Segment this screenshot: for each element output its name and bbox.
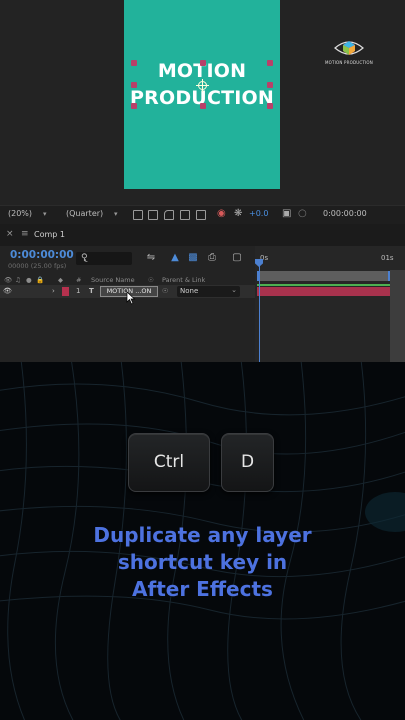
- transform-handle-top-left[interactable]: [131, 60, 137, 66]
- lock-column-icon[interactable]: 🔒: [36, 276, 44, 284]
- timeline-panel: × ≡ Comp 1 0:00:00:00 00000 (25.00 fps) …: [0, 224, 405, 362]
- source-name-column-header[interactable]: Source Name: [91, 276, 135, 284]
- screen: MOTION PRODUCTION MOTION PRODUCTION (20%…: [0, 0, 405, 720]
- parent-dropdown[interactable]: None ⌄: [177, 286, 240, 297]
- work-area-bar[interactable]: [257, 271, 391, 281]
- layer-duration-bar[interactable]: [257, 287, 391, 296]
- transform-handle-bottom-left[interactable]: [131, 103, 137, 109]
- exposure-value[interactable]: +0.0: [249, 209, 268, 218]
- menu-icon[interactable]: ≡: [21, 229, 29, 239]
- solo-column-icon[interactable]: ●: [26, 276, 32, 284]
- caption-line-3: After Effects: [132, 577, 273, 601]
- keycap-d: D: [221, 433, 274, 492]
- mask-visibility-icon[interactable]: [164, 210, 174, 220]
- logo-mark-icon: [334, 41, 364, 55]
- composition-viewer[interactable]: MOTION PRODUCTION MOTION PRODUCTION: [0, 0, 405, 205]
- caption-line-1: Duplicate any layer: [93, 523, 312, 547]
- logo-text: MOTION PRODUCTION: [325, 60, 373, 65]
- comp-mini-flowchart-icon[interactable]: ⇋: [145, 252, 157, 264]
- transparency-grid-icon[interactable]: [148, 210, 158, 220]
- layer-index: 1: [76, 287, 81, 295]
- rgb-channel-icon[interactable]: ◉: [217, 208, 226, 219]
- visibility-eye-icon[interactable]: 👁: [3, 287, 12, 295]
- exposure-reset-icon[interactable]: ❋: [234, 208, 242, 219]
- chevron-down-icon[interactable]: ▾: [114, 210, 118, 218]
- layer-label-color[interactable]: [62, 287, 69, 296]
- search-icon: ⚲̢: [81, 253, 88, 263]
- transform-handle-middle-left[interactable]: [131, 82, 137, 88]
- timeline-track-area[interactable]: 0s 01s: [255, 246, 405, 362]
- guides-icon[interactable]: [180, 210, 190, 220]
- layer-search-input[interactable]: ⚲̢: [76, 252, 132, 265]
- label-column-icon[interactable]: ◆: [58, 276, 63, 284]
- index-column-header[interactable]: #: [76, 276, 81, 284]
- tab-comp[interactable]: Comp 1: [34, 230, 65, 239]
- transform-handle-middle-right[interactable]: [267, 82, 273, 88]
- pick-whip-icon[interactable]: ☉: [162, 287, 168, 295]
- transform-handle-bottom-center[interactable]: [200, 103, 206, 109]
- current-time-indicator-line[interactable]: [259, 266, 260, 362]
- audio-column-icon[interactable]: ♫: [15, 276, 21, 284]
- expand-layer-chevron-icon[interactable]: ›: [52, 287, 55, 295]
- caption-text: Duplicate any layer shortcut key in Afte…: [0, 522, 405, 603]
- visibility-column-icon[interactable]: 👁: [4, 276, 12, 284]
- resolution-dropdown[interactable]: (Quarter): [66, 209, 103, 218]
- transform-handle-top-center[interactable]: [200, 60, 206, 66]
- viewer-timecode[interactable]: 0:00:00:00: [323, 209, 367, 218]
- composition-canvas[interactable]: MOTION PRODUCTION: [124, 0, 280, 189]
- frame-blending-icon[interactable]: ⎙: [206, 252, 218, 264]
- frame-info: 00000 (25.00 fps): [8, 262, 67, 270]
- track-end-panel: [390, 270, 405, 362]
- keycap-ctrl: Ctrl: [128, 433, 210, 492]
- hide-shy-layers-icon[interactable]: ▩: [187, 252, 199, 264]
- shortcut-overlay: Ctrl D Duplicate any layer shortcut key …: [0, 362, 405, 720]
- snapshot-icon[interactable]: ▣: [282, 208, 291, 219]
- parent-value: None: [180, 287, 199, 295]
- viewer-toolbar: (20%) ▾ (Quarter) ▾ ◉ ❋ +0.0 ▣ ○ 0:00:00…: [0, 205, 405, 224]
- chevron-down-icon: ⌄: [231, 286, 237, 294]
- current-time-display[interactable]: 0:00:00:00: [10, 249, 74, 261]
- timeline-tab-bar: × ≡ Comp 1: [0, 224, 405, 246]
- motion-blur-icon[interactable]: ▢: [231, 252, 243, 264]
- switches-column-icon[interactable]: ☉: [148, 276, 154, 284]
- caption-line-2: shortcut key in: [117, 550, 288, 574]
- mouse-cursor-icon: [126, 291, 136, 305]
- close-icon[interactable]: ×: [6, 229, 14, 239]
- parent-link-column-header[interactable]: Parent & Link: [162, 276, 205, 284]
- chevron-down-icon[interactable]: ▾: [43, 210, 47, 218]
- magnification-dropdown[interactable]: (20%): [8, 209, 32, 218]
- render-cache-bar: [257, 284, 391, 286]
- region-of-interest-icon[interactable]: [133, 210, 143, 220]
- watermark-logo: MOTION PRODUCTION: [318, 38, 380, 70]
- draft-3d-icon[interactable]: ▲: [169, 252, 181, 264]
- transform-handle-bottom-right[interactable]: [267, 103, 273, 109]
- ruler-end-label: 01s: [381, 254, 394, 262]
- anchor-point-icon[interactable]: [196, 79, 209, 92]
- transform-handle-top-right[interactable]: [267, 60, 273, 66]
- fast-previews-icon[interactable]: [196, 210, 206, 220]
- show-snapshot-icon[interactable]: ○: [298, 208, 307, 219]
- text-layer-type-icon: T: [89, 287, 94, 295]
